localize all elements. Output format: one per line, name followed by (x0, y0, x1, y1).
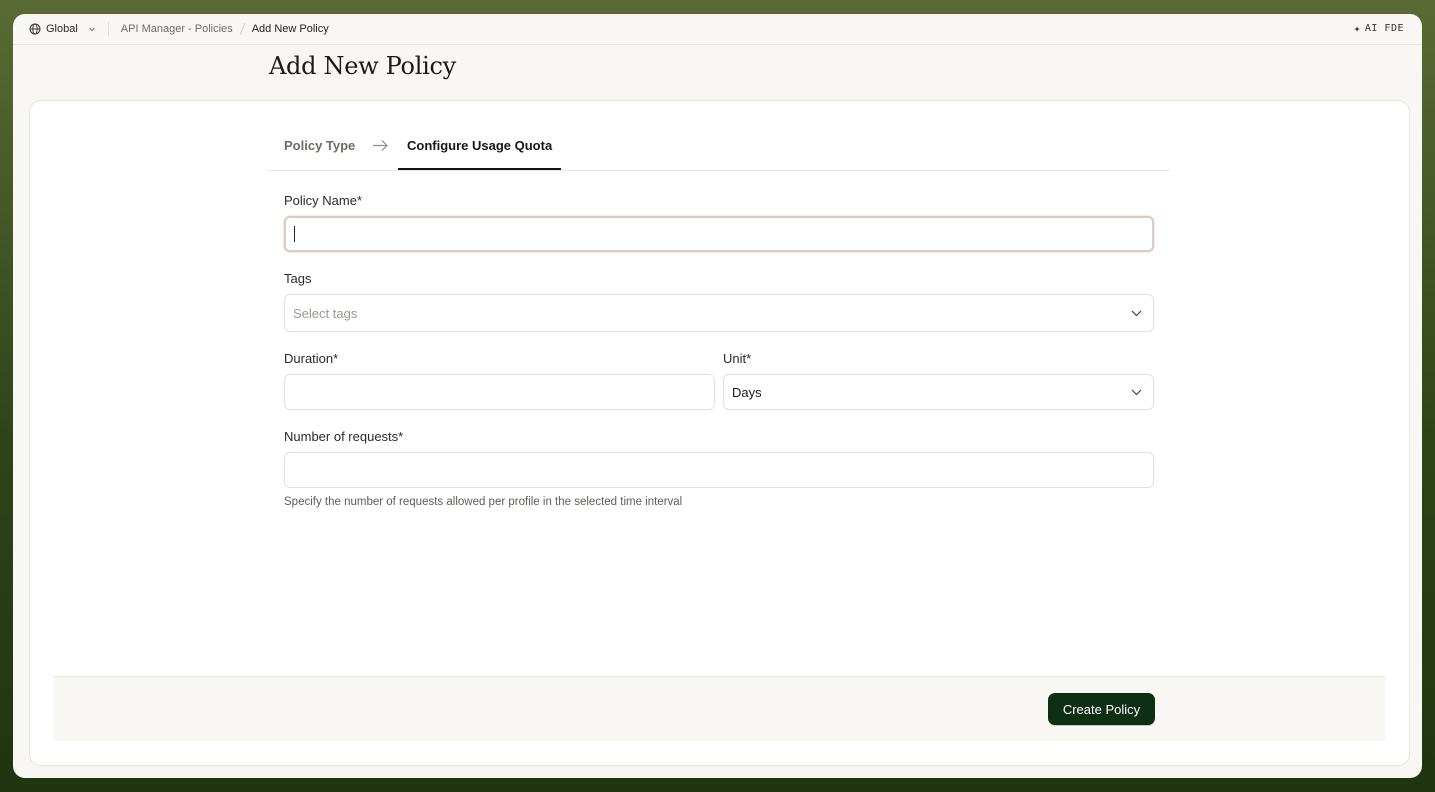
scope-selector[interactable]: Global (29, 22, 109, 36)
form-card: Policy Type Configure Usage Quota Policy… (29, 100, 1410, 766)
unit-label: Unit* (723, 351, 752, 366)
scope-label: Global (46, 23, 78, 35)
page-title: Add New Policy (269, 52, 456, 80)
breadcrumb-current: Add New Policy (251, 23, 329, 35)
chevron-down-icon (88, 27, 95, 32)
breadcrumb-policies[interactable]: API Manager - Policies (121, 23, 233, 35)
top-bar: Global API Manager - Policies Add New Po… (13, 14, 1422, 45)
breadcrumb-separator (239, 23, 245, 35)
duration-label: Duration* (284, 351, 339, 366)
stepper: Policy Type Configure Usage Quota (268, 101, 1170, 171)
app-window: Global API Manager - Policies Add New Po… (13, 14, 1422, 778)
unit-select[interactable]: Days (723, 374, 1154, 410)
ai-fde-label: AI FDE (1364, 23, 1404, 34)
sparkle-icon: ✦ (1353, 22, 1361, 35)
step-configure-usage-quota[interactable]: Configure Usage Quota (407, 138, 552, 153)
unit-value: Days (732, 384, 762, 400)
requests-label: Number of requests* (284, 429, 404, 444)
tags-select[interactable]: Select tags (284, 294, 1154, 332)
policy-name-input[interactable] (284, 216, 1154, 252)
duration-input[interactable] (284, 374, 715, 410)
active-step-indicator (398, 168, 561, 170)
ai-fde-button[interactable]: ✦ AI FDE (1354, 22, 1404, 35)
chevron-down-icon (1131, 310, 1142, 317)
requests-hint: Specify the number of requests allowed p… (284, 496, 683, 508)
tags-placeholder: Select tags (293, 305, 358, 321)
tags-label: Tags (284, 271, 312, 286)
form-footer: Create Policy (54, 676, 1385, 741)
chevron-down-icon (1131, 389, 1142, 396)
arrow-right-icon (373, 140, 388, 151)
requests-input[interactable] (284, 452, 1154, 488)
policy-name-label: Policy Name* (284, 193, 363, 208)
step-policy-type[interactable]: Policy Type (284, 138, 355, 153)
create-policy-button[interactable]: Create Policy (1048, 693, 1155, 725)
text-cursor (294, 226, 295, 242)
globe-icon (29, 23, 41, 35)
